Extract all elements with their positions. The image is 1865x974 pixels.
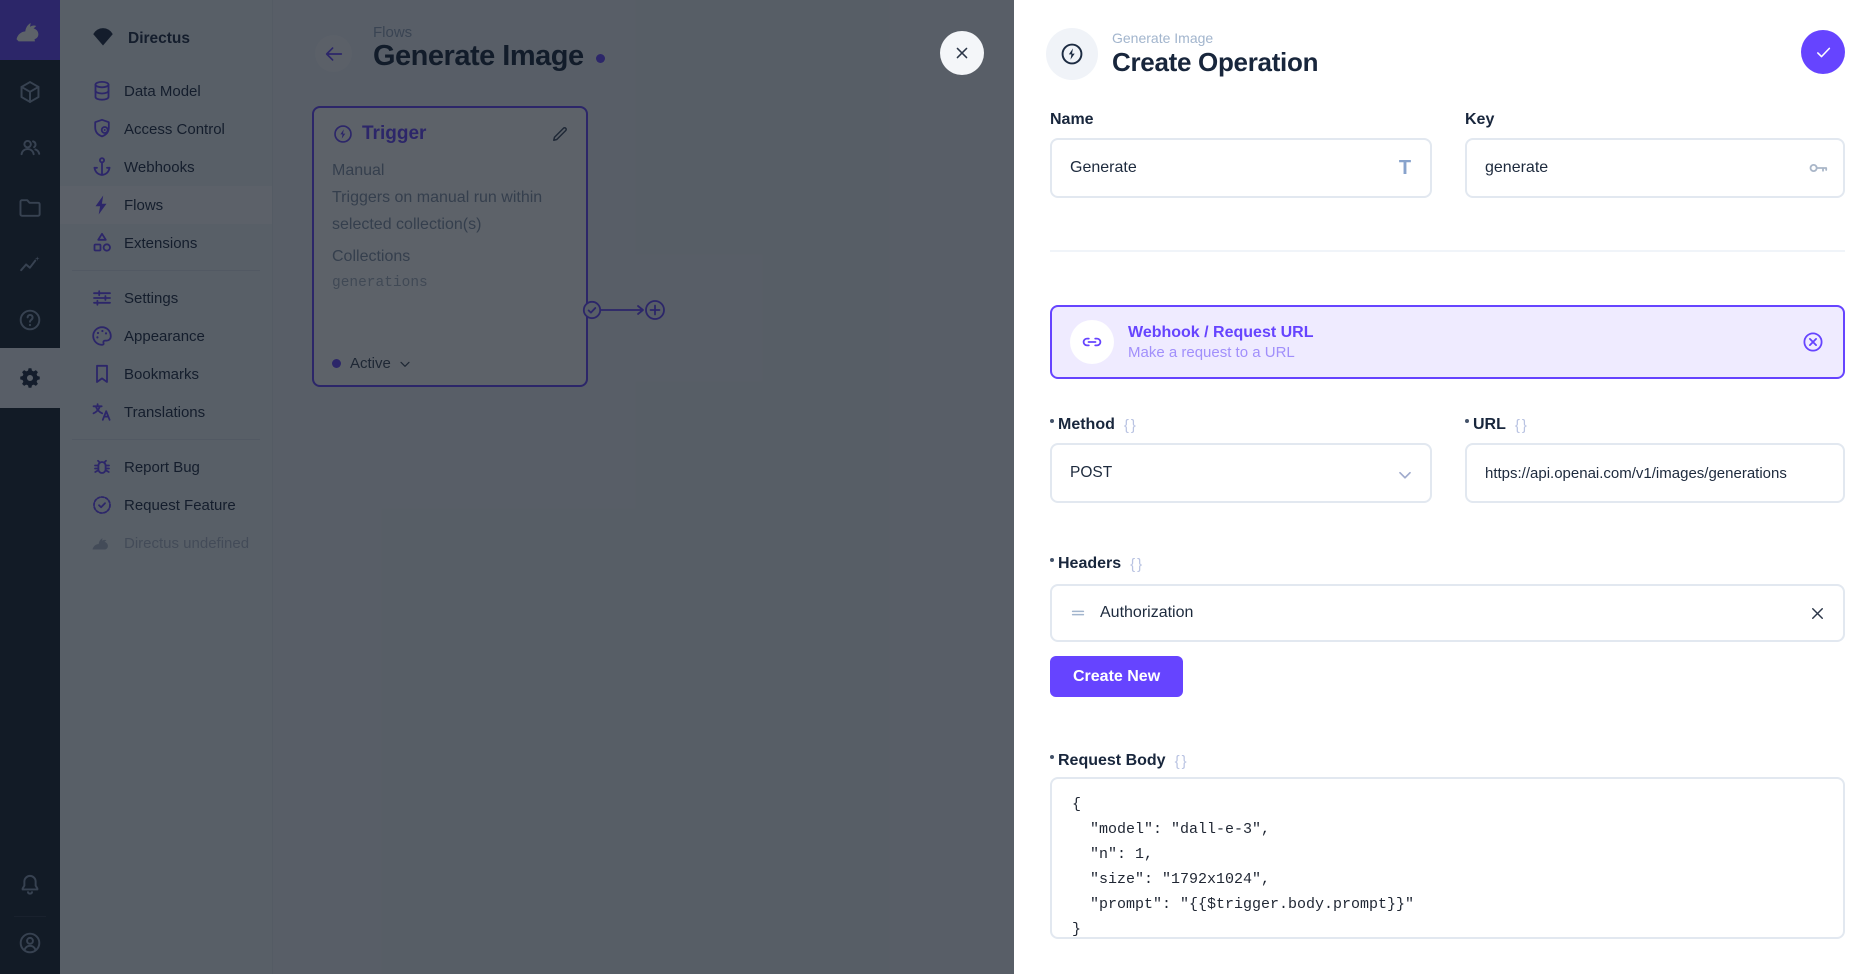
required-dot — [1465, 419, 1469, 423]
close-icon — [952, 43, 972, 63]
link-icon — [1070, 320, 1114, 364]
check-icon — [1813, 42, 1834, 63]
remove-header-x-icon[interactable] — [1808, 604, 1827, 623]
request-body-code[interactable]: { "model": "dall-e-3", "n": 1, "size": "… — [1072, 792, 1823, 939]
create-operation-drawer: Generate Image Create Operation Name T K… — [1014, 0, 1865, 974]
drawer-supertitle: Generate Image — [1112, 30, 1318, 46]
title-formatter-icon: T — [1393, 156, 1417, 180]
overlay-scrim[interactable] — [0, 0, 1014, 974]
raw-value-braces-icon[interactable]: {} — [1124, 417, 1138, 434]
key-input[interactable] — [1465, 138, 1845, 198]
section-divider — [1050, 250, 1845, 252]
method-value: POST — [1070, 464, 1112, 482]
operation-bolt-circle-icon — [1046, 28, 1098, 80]
name-input[interactable] — [1050, 138, 1432, 198]
raw-value-braces-icon[interactable]: {} — [1130, 556, 1144, 573]
close-drawer-button[interactable] — [940, 31, 984, 75]
url-input[interactable] — [1465, 443, 1845, 503]
raw-value-braces-icon[interactable]: {} — [1515, 417, 1529, 434]
method-field-label: Method {} — [1050, 415, 1432, 435]
drawer-title: Create Operation — [1112, 47, 1318, 78]
key-icon — [1806, 156, 1830, 180]
save-operation-button[interactable] — [1801, 30, 1845, 74]
webhook-card-title: Webhook / Request URL — [1128, 324, 1314, 342]
header-row[interactable]: Authorization — [1050, 584, 1845, 642]
header-row-value[interactable]: Authorization — [1100, 604, 1808, 622]
key-field-label: Key — [1465, 110, 1845, 130]
deselect-circle-x-icon[interactable] — [1801, 330, 1825, 354]
raw-value-braces-icon[interactable]: {} — [1175, 753, 1189, 770]
required-dot — [1050, 755, 1054, 759]
request-body-field-label: Request Body {} — [1050, 751, 1845, 771]
webhook-card-subtitle: Make a request to a URL — [1128, 344, 1314, 361]
required-dot — [1050, 419, 1054, 423]
name-field-label: Name — [1050, 110, 1432, 130]
app: Directus Data Model Access Control Webho… — [0, 0, 1865, 974]
request-body-editor[interactable]: { "model": "dall-e-3", "n": 1, "size": "… — [1050, 777, 1845, 939]
url-field-label: URL {} — [1465, 415, 1845, 435]
headers-field-label: Headers {} — [1050, 554, 1845, 574]
webhook-request-url-card[interactable]: Webhook / Request URL Make a request to … — [1050, 305, 1845, 379]
required-dot — [1050, 558, 1054, 562]
method-select[interactable]: POST — [1050, 443, 1432, 503]
drag-handle-icon[interactable] — [1068, 603, 1088, 623]
create-new-button[interactable]: Create New — [1050, 656, 1183, 697]
chevron-down-icon — [1394, 464, 1416, 486]
